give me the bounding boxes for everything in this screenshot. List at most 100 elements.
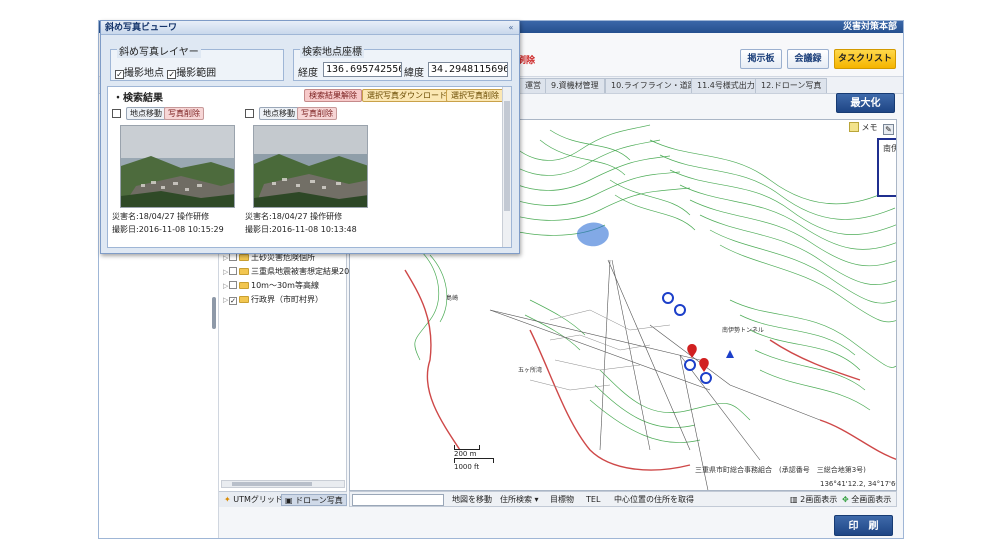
scale-bar: 200 m 1000 ft	[454, 445, 494, 471]
landmark-button[interactable]: 目標物	[550, 493, 574, 507]
layer-item[interactable]: ▷ 三重県地震被害想定結果2014	[223, 266, 359, 278]
photo-caption: 災害名:18/04/27 操作研修	[112, 212, 210, 221]
layer-checkbox[interactable]	[229, 253, 237, 261]
shot-range-label: 撮影範囲	[176, 68, 217, 79]
panel-splitter[interactable]	[212, 297, 216, 329]
layer-checkbox[interactable]	[229, 267, 237, 275]
island-label: 島崎	[446, 294, 458, 302]
search-results-panel: ・検索結果 検索結果解除 選択写真ダウンロード 選択写真削除 地点移動 写真削除	[107, 86, 512, 248]
coordinate-fieldset: 検索地点座標 経度 136.69574255670 緯度 34.29481156…	[293, 43, 512, 81]
liaison-button[interactable]: 会議録	[787, 49, 829, 69]
oblique-photo-thumbnail[interactable]	[253, 125, 368, 208]
overview-map[interactable]: 南伊勢町 —	[877, 138, 896, 197]
folder-icon	[239, 282, 249, 289]
layer-label: 10m～30m等高線	[251, 281, 319, 290]
move-to-point-button[interactable]: 地点移動	[259, 107, 299, 120]
viewer-title[interactable]: 斜め写真ビューワ	[101, 21, 519, 35]
shot-point-checkbox[interactable]: ✓	[115, 70, 124, 79]
layer-label: 三重県地震被害想定結果2014	[251, 267, 360, 276]
two-screen-icon: ▥	[790, 495, 798, 504]
collapse-icon[interactable]: «	[506, 23, 516, 33]
maximize-button[interactable]: 最大化	[836, 93, 895, 113]
shot-range-checkbox[interactable]: ✓	[167, 70, 177, 79]
oblique-photo-thumbnail[interactable]	[120, 125, 235, 208]
address-search-label: 住所検索	[500, 495, 532, 504]
scroll-thumb[interactable]	[504, 101, 510, 211]
layer-fieldset: 斜め写真レイヤー ✓撮影地点 ✓撮影範囲	[110, 43, 284, 81]
map-toolbar: メモ ✎	[848, 120, 896, 136]
center-address-button[interactable]: 中心位置の住所を取得	[614, 493, 694, 507]
utm-grid-icon: ✦	[224, 495, 231, 504]
coordinate-fieldset-legend: 検索地点座標	[300, 43, 364, 58]
map-bottom-toolbar: 地図を移動 住所検索 ▾ 目標物 TEL 中心位置の住所を取得 ▥ 2画面表示 …	[349, 491, 897, 507]
photo-card: 地点移動 写真削除 災害名:18/04/27 操作研修 撮影日:2016-11-…	[112, 107, 240, 234]
address-search-dropdown[interactable]: 住所検索 ▾	[500, 493, 539, 507]
map-credit: 三重県市町総合事務組合 (承認番号 三総合地第3号)	[695, 466, 866, 474]
scale-feet: 1000 ft	[454, 463, 480, 471]
tel-button[interactable]: TEL	[586, 493, 600, 507]
results-title: ・検索結果	[113, 93, 163, 104]
photo-card: 地点移動 写真削除 災害名:18/04/27 操作研修 撮影日:2016-11-…	[245, 107, 373, 234]
delete-photo-button[interactable]: 写真削除	[297, 107, 337, 120]
full-screen-label: 全画面表示	[851, 495, 892, 504]
hq-title: 災害対策本部	[842, 22, 897, 32]
drone-photo-label: ドローン写真	[295, 496, 343, 505]
scale-meters: 200 m	[454, 450, 477, 458]
move-to-point-button[interactable]: 地点移動	[126, 107, 166, 120]
full-screen-button[interactable]: ✥ 全画面表示	[842, 493, 891, 507]
utm-grid-tab[interactable]: ✦ UTMグリッド	[221, 494, 286, 506]
oblique-photo-viewer: 斜め写真ビューワ « 斜め写真レイヤー ✓撮影地点 ✓撮影範囲 検索地点座標 経…	[100, 20, 520, 254]
photo-caption: 災害名:18/04/27 操作研修	[245, 212, 343, 221]
tunnel-label: 南伊勢トンネル	[722, 326, 764, 334]
delete-photo-button[interactable]: 写真削除	[164, 107, 204, 120]
layer-checkbox[interactable]	[229, 281, 237, 289]
tab-lifeline[interactable]: 10.ライフライン・道路	[605, 78, 702, 93]
overview-town-label: 南伊勢町	[883, 144, 896, 153]
reservoir	[576, 222, 609, 247]
folder-icon	[239, 296, 249, 303]
layer-checks: ✓撮影地点 ✓撮影範囲	[115, 64, 216, 79]
tab-drone-photo[interactable]: 12.ドローン写真	[755, 78, 828, 93]
folder-icon	[239, 268, 249, 275]
delete-selected-button[interactable]: 選択写真削除	[446, 89, 504, 102]
print-button[interactable]: 印 刷	[834, 515, 893, 536]
drone-photo-tab[interactable]: ▣ ドローン写真	[281, 494, 347, 506]
latitude-input[interactable]: 34.2948115696317	[428, 62, 508, 77]
photo-select-checkbox[interactable]	[112, 109, 121, 118]
scroll-thumb[interactable]	[232, 482, 312, 486]
longitude-label: 経度	[298, 68, 318, 79]
layer-checkbox-checked[interactable]: ✓	[229, 297, 237, 305]
bulletin-button[interactable]: 掲示板	[740, 49, 782, 69]
place-search-input[interactable]	[352, 494, 444, 506]
goto-button[interactable]: 地図を移動	[452, 493, 492, 507]
two-screen-label: 2画面表示	[800, 495, 838, 504]
memo-label[interactable]: メモ	[861, 123, 877, 132]
clear-results-button[interactable]: 検索結果解除	[304, 89, 362, 102]
task-list-button[interactable]: タスクリスト	[834, 49, 896, 69]
layer-label: 土砂災害危険個所	[251, 253, 315, 262]
tab-form4[interactable]: 11.4号様式出力	[691, 78, 761, 93]
full-screen-icon: ✥	[842, 495, 849, 504]
layer-item[interactable]: ▷ 10m～30m等高線	[223, 280, 319, 292]
cursor-coordinate: 136°41'12.2, 34°17'60.0	[820, 480, 896, 488]
latitude-label: 緯度	[404, 68, 424, 79]
photo-date: 撮影日:2016-11-08 10:13:48	[245, 225, 357, 234]
results-vertical-scrollbar[interactable]	[502, 87, 511, 247]
photo-select-checkbox[interactable]	[245, 109, 254, 118]
photo-date: 撮影日:2016-11-08 10:15:29	[112, 225, 224, 234]
layer-fieldset-legend: 斜め写真レイヤー	[117, 43, 201, 58]
layer-label: 行政界（市町村界）	[251, 295, 323, 304]
two-screen-button[interactable]: ▥ 2画面表示	[790, 493, 837, 507]
shot-point-label: 撮影地点	[124, 68, 164, 79]
tab-equipment[interactable]: 9.資機材管理	[545, 78, 605, 93]
tab-operations[interactable]: 運営	[519, 78, 547, 93]
memo-icon[interactable]	[848, 122, 859, 132]
edit-pen-icon[interactable]: ✎	[883, 124, 894, 135]
layer-item[interactable]: ▷ ✓ 行政界（市町村界）	[223, 294, 323, 306]
photo-location-markers[interactable]	[662, 292, 734, 384]
utm-grid-label: UTMグリッド	[233, 495, 283, 504]
download-selected-button[interactable]: 選択写真ダウンロード	[362, 89, 452, 102]
bay-label: 五ヶ所湾	[518, 366, 542, 374]
longitude-input[interactable]: 136.69574255670	[323, 62, 402, 77]
layer-horizontal-scrollbar[interactable]	[221, 480, 345, 488]
